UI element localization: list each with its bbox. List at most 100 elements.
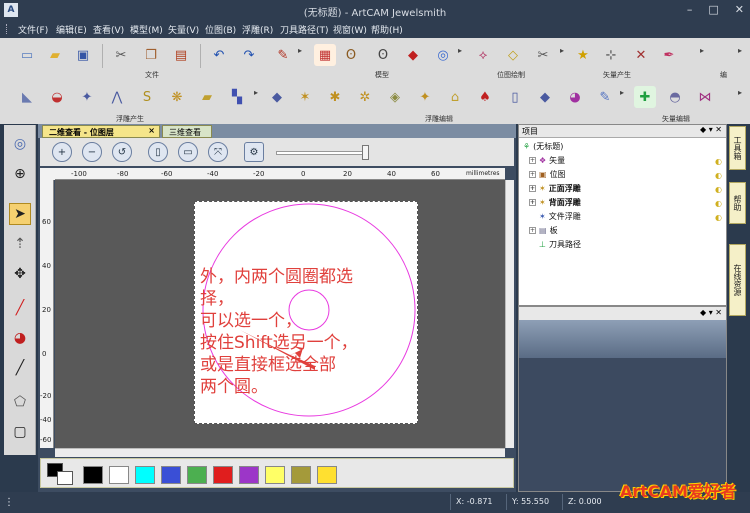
relief-convert-icon[interactable]: ◆ [402,44,424,66]
tree-item-back-relief[interactable]: + ✶ 背面浮雕 [529,197,581,208]
zoom-in-icon[interactable]: + [52,142,72,162]
tab-close-icon[interactable]: × [148,126,155,135]
edit-note-icon[interactable]: ✎ [272,44,294,66]
new-file-icon[interactable]: ▭ [16,44,38,66]
zoom-slider-thumb[interactable] [362,145,369,160]
side-tab-help[interactable]: 帮助 [729,182,746,224]
vector-ring-icon[interactable]: ◓ [664,86,686,108]
transform-icon[interactable]: ✥ [9,263,31,285]
minimize-button[interactable]: – [687,3,693,16]
toolbar-overflow-icon[interactable]: ▸ [738,88,742,97]
relief-bend-icon[interactable]: ✱ [324,86,346,108]
expand-icon[interactable]: + [529,199,536,206]
vector-add-icon[interactable]: ✚ [634,86,656,108]
relief-shape-icon[interactable]: ◈ [384,86,406,108]
tab-3d-view[interactable]: 三维查看 [162,125,212,138]
relief-texture-icon[interactable]: ▚ [226,86,248,108]
tree-item-toolpaths[interactable]: ⊥ 刀具路径 [539,239,581,250]
menu-edit[interactable]: 编辑(E) [56,23,87,36]
panel-controls-icon[interactable]: ◆ ▾ ✕ [700,308,722,317]
tree-root[interactable]: ⚘ (无标题) [523,141,563,152]
relief-ring-icon[interactable]: ◒ [46,86,68,108]
relief-s-shape-icon[interactable]: S [136,86,158,108]
menu-file[interactable]: 文件(F) [18,23,48,36]
toolbar-overflow-icon[interactable]: ▸ [620,88,624,97]
color-swatch-white[interactable] [109,466,129,484]
relief-sculpt-icon[interactable]: ✎ [594,86,616,108]
relief-cylinder-icon[interactable]: ▯ [504,86,526,108]
node-edit-icon[interactable]: ⇡ [9,233,31,255]
vector-delete-icon[interactable]: ✕ [630,44,652,66]
zoom-all-icon[interactable]: ⤧ [208,142,228,162]
bitmap-draw-icon[interactable]: ⟡ [472,44,494,66]
relief-star-icon[interactable]: ✦ [76,86,98,108]
teddy-bitmap-icon[interactable]: ʘ [372,44,394,66]
cut-icon[interactable]: ✂ [110,44,132,66]
close-button[interactable]: ✕ [735,3,744,16]
toolbar-overflow-icon[interactable]: ▸ [700,46,704,55]
menu-window[interactable]: 视窗(W) [333,23,367,36]
secondary-color-swatch[interactable] [57,471,73,485]
open-folder-icon[interactable]: ▰ [44,44,66,66]
toolbar-overflow-icon[interactable]: ▸ [560,46,564,55]
tree-item-file-relief[interactable]: ✶ 文件浮雕 [539,211,581,222]
paint-bucket-icon[interactable]: ◕ [9,327,31,349]
vector-pen-icon[interactable]: ✒ [658,44,680,66]
toolbar-overflow-icon[interactable]: ▸ [254,88,258,97]
zoom-slider-track[interactable] [276,151,366,155]
menu-vector[interactable]: 矢量(V) [168,23,199,36]
layer-settings-icon[interactable]: ⚙ [244,142,264,162]
vertical-scrollbar[interactable] [505,180,514,448]
model-size-icon[interactable]: ▦ [314,44,336,66]
visibility-icons[interactable]: ◐ ◐ ◐ ◐ ◐ [715,155,722,225]
relief-smooth-icon[interactable]: ◆ [266,86,288,108]
zoom-box-icon[interactable]: ▭ [178,142,198,162]
relief-plate-icon[interactable]: ▰ [196,86,218,108]
bitmap-select-icon[interactable]: ◇ [502,44,524,66]
select-arrow-icon[interactable]: ➤ [9,203,31,225]
save-icon[interactable]: ▣ [72,44,94,66]
relief-mushroom-icon[interactable]: ♠ [474,86,496,108]
teddy-model-icon[interactable]: ʘ [340,44,362,66]
bitmap-cut-icon[interactable]: ✂ [532,44,554,66]
globe-grid-icon[interactable]: ⊕ [9,163,31,185]
expand-icon[interactable]: + [529,157,536,164]
zoom-fit-icon[interactable]: ▯ [148,142,168,162]
tree-item-front-relief[interactable]: + ✶ 正面浮雕 [529,183,581,194]
line-tool-icon[interactable]: ╱ [9,357,31,379]
paste-icon[interactable]: ▤ [170,44,192,66]
tree-item-sheets[interactable]: + ▤ 板 [529,225,558,236]
expand-icon[interactable]: + [529,185,536,192]
menu-model[interactable]: 模型(M) [130,23,163,36]
grid-globe-icon[interactable]: ◎ [432,44,454,66]
color-swatch-gold[interactable] [317,466,337,484]
relief-slice-icon[interactable]: ◆ [534,86,556,108]
menu-toolpath[interactable]: 刀具路径(T) [280,23,329,36]
tree-item-vectors[interactable]: + ❖ 矢量 [529,155,565,166]
side-tab-toolbox[interactable]: 工具箱 [729,126,746,170]
menu-view[interactable]: 查看(V) [93,23,124,36]
color-swatch-purple[interactable] [239,466,259,484]
maximize-button[interactable]: □ [708,3,718,16]
relief-chevron-icon[interactable]: ⋀ [106,86,128,108]
color-swatch-yellow[interactable] [265,466,285,484]
relief-scale-icon[interactable]: ✶ [294,86,316,108]
color-swatch-black[interactable] [83,466,103,484]
zoom-out-icon[interactable]: − [82,142,102,162]
horizontal-scrollbar[interactable] [55,448,505,457]
color-swatch-green[interactable] [187,466,207,484]
vector-mirror-icon[interactable]: ⋈ [694,86,716,108]
tree-item-bitmaps[interactable]: + ▣ 位图 [529,169,566,180]
copy-icon[interactable]: ❐ [140,44,162,66]
menu-relief[interactable]: 浮雕(R) [242,23,273,36]
relief-knot-icon[interactable]: ❋ [166,86,188,108]
expand-icon[interactable]: + [529,227,536,234]
undo-icon[interactable]: ↶ [208,44,230,66]
pencil-red-icon[interactable]: ╱ [9,297,31,319]
polygon-select-icon[interactable]: ⬠ [9,391,31,413]
color-swatch-blue[interactable] [161,466,181,484]
tab-2d-view[interactable]: 二维查看 - 位图层 × [42,125,160,138]
relief-paint-icon[interactable]: ◕ [564,86,586,108]
zoom-previous-icon[interactable]: ↺ [112,142,132,162]
zoom-view-icon[interactable]: ◎ [9,133,31,155]
